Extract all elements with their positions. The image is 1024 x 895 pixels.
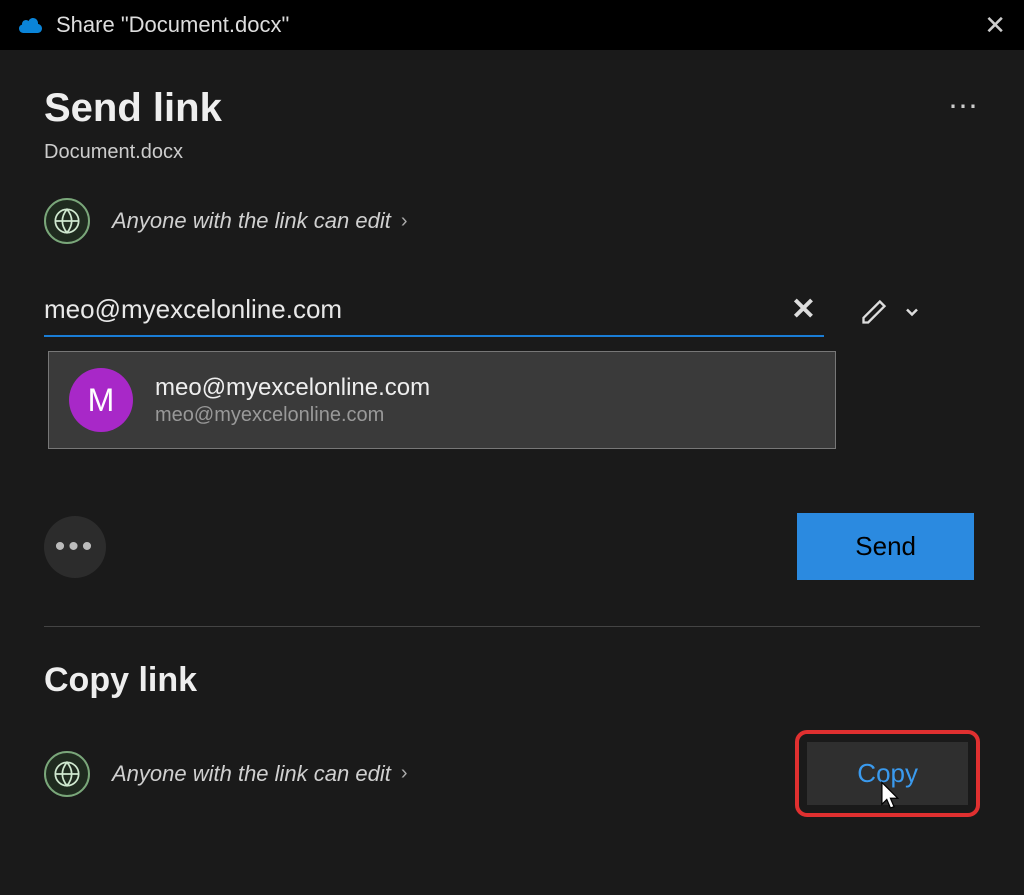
avatar: M — [69, 368, 133, 432]
cursor-icon — [873, 780, 903, 819]
copy-permission-text: Anyone with the link can edit — [112, 761, 391, 787]
copy-link-heading: Copy link — [44, 661, 980, 700]
globe-icon — [44, 751, 90, 797]
copy-button-highlight: Copy — [795, 730, 980, 817]
send-button[interactable]: Send — [797, 513, 974, 580]
more-actions-button[interactable]: ••• — [44, 516, 106, 578]
close-icon[interactable]: ✕ — [984, 10, 1006, 41]
chevron-right-icon: › — [401, 762, 408, 785]
window-title: Share "Document.docx" — [56, 12, 984, 38]
more-options-button[interactable]: ⋯ — [948, 92, 980, 122]
permission-text: Anyone with the link can edit — [112, 208, 391, 234]
suggestion-email: meo@myexcelonline.com — [155, 404, 430, 427]
chevron-down-icon[interactable] — [902, 302, 922, 327]
clear-input-icon[interactable]: ✕ — [791, 292, 816, 327]
titlebar: Share "Document.docx" ✕ — [0, 0, 1024, 50]
link-settings-button[interactable]: Anyone with the link can edit › — [44, 198, 980, 244]
recipient-input[interactable] — [44, 294, 791, 325]
document-name: Document.docx — [44, 141, 222, 164]
copy-link-settings-button[interactable]: Anyone with the link can edit › — [44, 751, 408, 797]
edit-permission-icon[interactable] — [860, 298, 888, 331]
onedrive-icon — [18, 16, 44, 34]
globe-icon — [44, 198, 90, 244]
chevron-right-icon: › — [401, 210, 408, 233]
contact-suggestion[interactable]: M meo@myexcelonline.com meo@myexcelonlin… — [48, 351, 836, 449]
suggestion-name: meo@myexcelonline.com — [155, 374, 430, 402]
recipient-input-wrap: ✕ — [44, 292, 824, 337]
send-link-heading: Send link — [44, 86, 222, 131]
divider — [44, 626, 980, 627]
